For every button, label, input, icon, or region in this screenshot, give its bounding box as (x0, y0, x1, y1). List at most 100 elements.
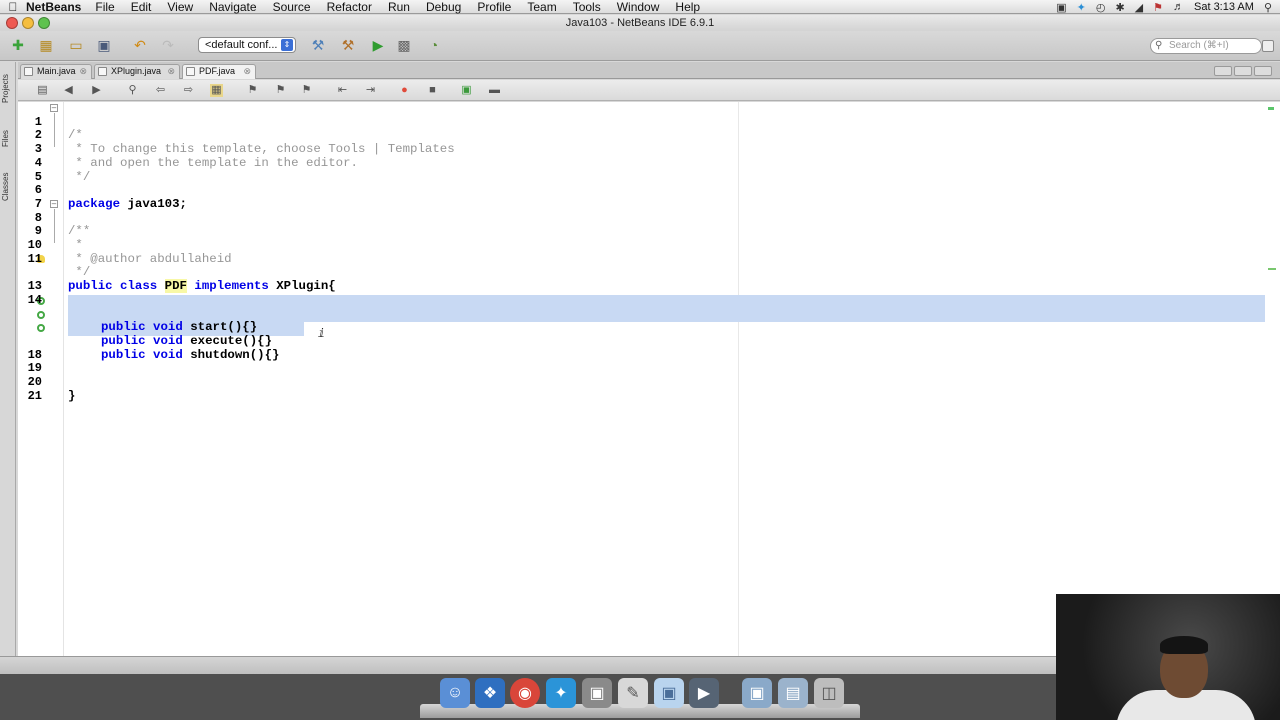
code-line: public void start(){} (18, 294, 1265, 334)
menu-team[interactable]: Team (527, 0, 556, 14)
search-input[interactable]: ⚲ Search (⌘+I) (1150, 38, 1262, 54)
menu-file[interactable]: File (95, 0, 114, 14)
find-previous-icon[interactable]: ⇦ (154, 84, 167, 97)
menu-source[interactable]: Source (273, 0, 311, 14)
textedit-icon[interactable]: ✎ (618, 678, 648, 708)
configuration-select[interactable]: <default conf... ⇕ (198, 37, 296, 53)
close-tab-icon[interactable]: ⊗ (167, 65, 175, 78)
editor-toolbar: ▤ ◀ ▶ ⚲ ⇦ ⇨ ▦ ⚑ ⚑ ⚑ ⇤ ⇥ ● ■ ▣ ▬ (18, 80, 1280, 101)
previous-bookmark-icon[interactable]: ⚑ (246, 84, 259, 97)
uncomment-icon[interactable]: ▬ (488, 84, 501, 97)
toggle-bookmark-icon[interactable]: ⚑ (300, 84, 313, 97)
camera-icon[interactable]: ▣ (1056, 1, 1066, 14)
profile-icon[interactable]: ◔ (424, 35, 444, 55)
error-stripe-status[interactable] (1268, 107, 1274, 110)
redo-icon[interactable]: ↷ (158, 35, 178, 55)
tab-xplugin-java[interactable]: XPlugin.java ⊗ (94, 64, 180, 79)
code-line: 18 (18, 335, 1265, 361)
menu-edit[interactable]: Edit (131, 0, 152, 14)
clock[interactable]: Sat 3:13 AM (1194, 1, 1254, 13)
stop-macro-icon[interactable]: ■ (426, 84, 439, 97)
virtualbox-icon[interactable]: ▣ (654, 678, 684, 708)
menu-debug[interactable]: Debug (426, 0, 461, 14)
forward-icon[interactable]: ▶ (90, 84, 103, 97)
imovie-icon[interactable]: ▶ (689, 678, 719, 708)
save-all-icon[interactable]: ▣ (94, 35, 114, 55)
new-project-icon[interactable]: ▦ (36, 35, 56, 55)
close-tab-icon[interactable]: ⊗ (243, 65, 251, 78)
minimize-window-button[interactable] (22, 17, 34, 29)
menu-profile[interactable]: Profile (477, 0, 511, 14)
system-menubar:  NetBeans File Edit View Navigate Sourc… (0, 0, 1280, 14)
code-line: public void shutdown(){} (18, 321, 1265, 362)
debug-icon[interactable]: ▩ (394, 35, 414, 55)
build-icon[interactable]: ⚒ (308, 35, 328, 55)
spotlight-icon[interactable]: ⚲ (1264, 1, 1272, 14)
open-project-icon[interactable]: ▭ (66, 35, 86, 55)
chrome-icon[interactable]: ◉ (510, 678, 540, 708)
side-tab-projects[interactable]: Projects (1, 68, 15, 110)
menu-refactor[interactable]: Refactor (327, 0, 372, 14)
scroll-tabs-right-button[interactable] (1234, 66, 1252, 76)
webcam-overlay (1056, 594, 1280, 720)
menu-help[interactable]: Help (675, 0, 700, 14)
close-window-button[interactable] (6, 17, 18, 29)
tab-main-java[interactable]: Main.java ⊗ (20, 64, 92, 79)
window-title: Java103 - NetBeans IDE 6.9.1 (565, 17, 715, 29)
applications-folder-icon[interactable]: ▣ (742, 678, 772, 708)
tab-label: Main.java (37, 66, 76, 76)
code-line: 4 */ (18, 143, 1265, 183)
source-history-icon[interactable]: ▤ (36, 84, 49, 97)
code-line: 11 */ (18, 239, 1265, 279)
find-next-icon[interactable]: ⇨ (182, 84, 195, 97)
photos-icon[interactable]: ▣ (582, 678, 612, 708)
side-tab-classes[interactable]: Classes (1, 166, 15, 208)
scroll-tabs-left-button[interactable] (1214, 66, 1232, 76)
code-editor[interactable]: – – 1 /* 2 * To change this template, ch… (18, 102, 1280, 656)
twitter-app-icon[interactable]: ✦ (546, 678, 576, 708)
menu-run[interactable]: Run (388, 0, 410, 14)
start-macro-icon[interactable]: ● (398, 84, 411, 97)
close-tab-icon[interactable]: ⊗ (79, 65, 87, 78)
app-menu[interactable]: NetBeans (26, 0, 81, 14)
java-file-icon (24, 67, 33, 76)
side-tab-files[interactable]: Files (1, 124, 15, 154)
code-line: 20 } (18, 362, 1265, 402)
main-toolbar: ✚ ▦ ▭ ▣ ↶ ↷ <default conf... ⇕ ⚒ ⚒ ▶ ▩ ◔… (0, 31, 1280, 61)
menu-view[interactable]: View (167, 0, 193, 14)
run-icon[interactable]: ▶ (368, 35, 388, 55)
documents-folder-icon[interactable]: ▤ (778, 678, 808, 708)
find-icon[interactable]: ⚲ (126, 84, 139, 97)
comment-icon[interactable]: ▣ (460, 84, 473, 97)
bluetooth-icon[interactable]: ✱ (1115, 1, 1124, 14)
menu-window[interactable]: Window (617, 0, 660, 14)
tab-navigation (1214, 66, 1272, 76)
volume-icon[interactable]: ♬ (1173, 1, 1184, 13)
menu-navigate[interactable]: Navigate (209, 0, 256, 14)
undo-icon[interactable]: ↶ (130, 35, 150, 55)
clean-build-icon[interactable]: ⚒ (338, 35, 358, 55)
finder-icon[interactable]: ☺ (440, 678, 470, 708)
tab-pdf-java[interactable]: PDF.java ⊗ (182, 64, 256, 79)
next-bookmark-icon[interactable]: ⚑ (274, 84, 287, 97)
safari-icon[interactable]: ❖ (475, 678, 505, 708)
zoom-window-button[interactable] (38, 17, 50, 29)
new-file-icon[interactable]: ✚ (8, 35, 28, 55)
twitter-icon[interactable]: ✦ (1077, 1, 1086, 14)
shift-left-icon[interactable]: ⇤ (336, 84, 349, 97)
trash-icon[interactable]: ◫ (814, 678, 844, 708)
menu-tools[interactable]: Tools (573, 0, 601, 14)
show-opened-documents-button[interactable] (1254, 66, 1272, 76)
shift-right-icon[interactable]: ⇥ (364, 84, 377, 97)
toggle-highlight-icon[interactable]: ▦ (210, 84, 223, 97)
apple-menu-icon[interactable]:  (0, 0, 26, 14)
wifi-icon[interactable]: ◢ (1135, 1, 1143, 14)
java-file-icon (186, 67, 195, 76)
back-icon[interactable]: ◀ (62, 84, 75, 97)
toolbar-toggle-button[interactable] (1262, 40, 1274, 52)
flag-icon[interactable]: ⚑ (1153, 1, 1163, 14)
closing-brace: } (68, 388, 76, 403)
time-machine-icon[interactable]: ◴ (1096, 1, 1106, 14)
code-line: public void execute(){} (18, 308, 1265, 348)
error-stripe-mark[interactable] (1268, 268, 1276, 270)
